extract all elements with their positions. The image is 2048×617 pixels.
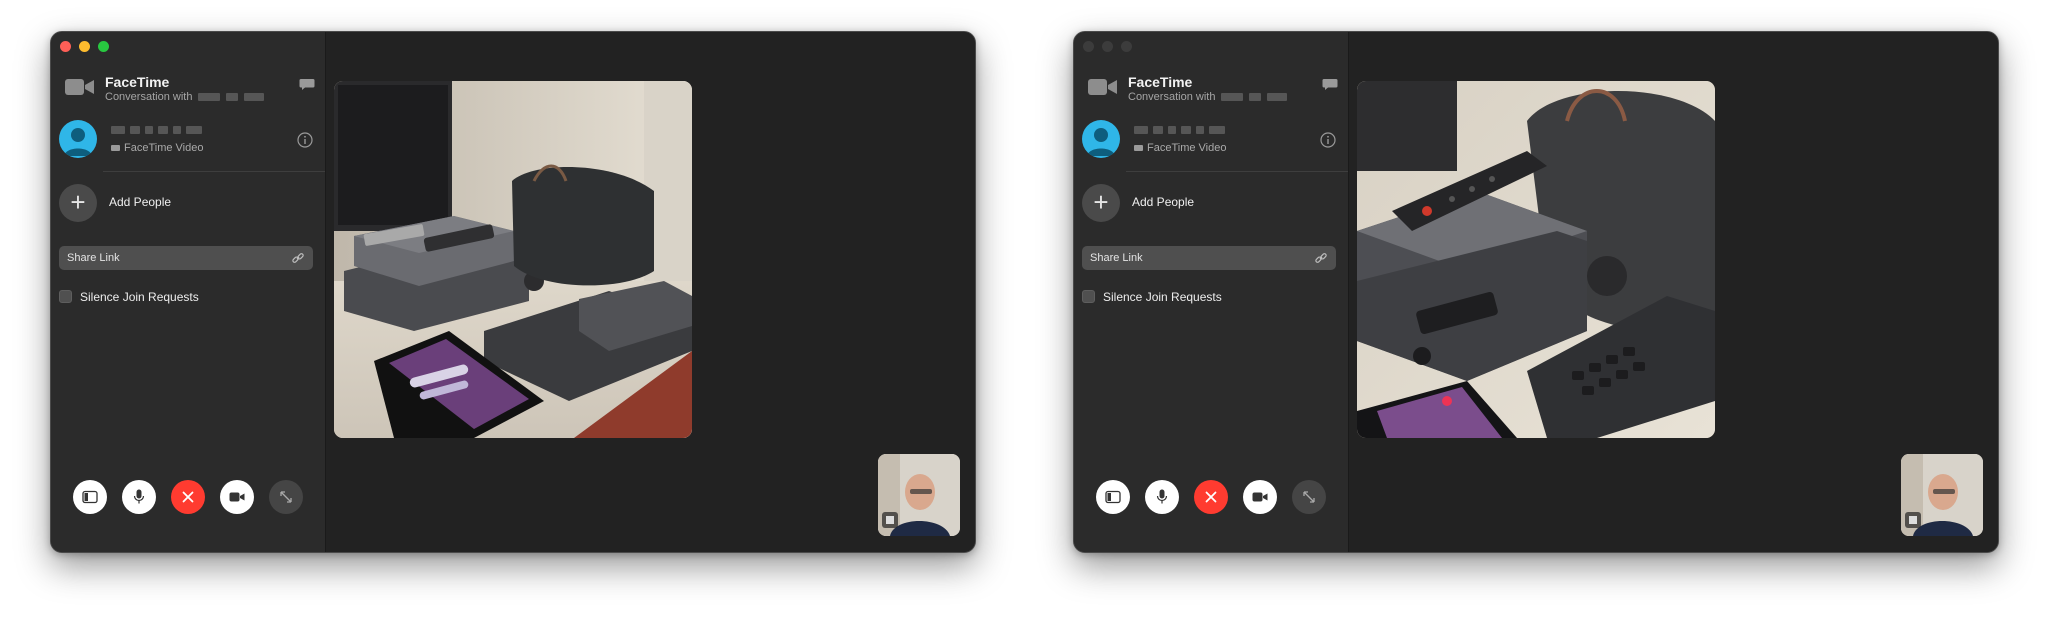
self-view-preview[interactable] <box>1901 454 1983 536</box>
contact-status-label: FaceTime Video <box>124 142 204 154</box>
mute-button[interactable] <box>1145 480 1179 514</box>
end-call-button[interactable] <box>171 480 205 514</box>
redacted-name <box>1267 93 1288 101</box>
divider <box>103 171 325 172</box>
close-button[interactable] <box>1083 41 1094 52</box>
contact-status-label: FaceTime Video <box>1147 142 1227 154</box>
sidebar-icon <box>1105 490 1121 504</box>
mute-button[interactable] <box>122 480 156 514</box>
silence-checkbox[interactable] <box>59 290 72 303</box>
link-icon <box>292 253 304 263</box>
self-view-image <box>1901 454 1983 536</box>
maximize-button[interactable] <box>1121 41 1132 52</box>
participant-row[interactable]: FaceTime Video <box>59 118 317 162</box>
person-silhouette-icon <box>64 128 92 156</box>
camera-button[interactable] <box>220 480 254 514</box>
info-icon[interactable] <box>1320 132 1336 148</box>
end-call-icon <box>182 491 194 503</box>
window-controls <box>60 41 109 52</box>
redacted-name <box>1249 93 1262 101</box>
add-people-button[interactable]: + Add People <box>59 182 317 222</box>
screenshot-canvas: FaceTime Conversation with FaceTime Vide… <box>0 0 2048 617</box>
fullscreen-icon <box>1303 491 1315 503</box>
close-button[interactable] <box>60 41 71 52</box>
camera-button[interactable] <box>1243 480 1277 514</box>
minimize-button[interactable] <box>1102 41 1113 52</box>
call-controls <box>1096 480 1326 514</box>
desk-setup-zoomed-video-image <box>1357 81 1715 438</box>
facetime-camera-icon <box>1088 79 1117 95</box>
silence-join-requests-label: Silence Join Requests <box>80 290 199 304</box>
maximize-button[interactable] <box>98 41 109 52</box>
microphone-icon <box>1156 489 1168 504</box>
camera-icon <box>229 492 245 502</box>
redacted-name <box>1221 93 1244 101</box>
silence-join-requests-label: Silence Join Requests <box>1103 290 1222 304</box>
silence-join-requests-toggle[interactable]: Silence Join Requests <box>59 289 313 307</box>
participant-row[interactable]: FaceTime Video <box>1082 118 1340 162</box>
video-camera-icon <box>1134 145 1143 151</box>
call-controls <box>73 480 303 514</box>
microphone-icon <box>133 489 145 504</box>
desk-setup-video-image <box>334 81 692 438</box>
plus-icon: + <box>1082 184 1120 222</box>
self-view-preview[interactable] <box>878 454 960 536</box>
minimize-button[interactable] <box>79 41 90 52</box>
sidebar-toggle-button[interactable] <box>73 480 107 514</box>
share-link-label: Share Link <box>1090 252 1143 264</box>
contact-status: FaceTime Video <box>111 142 203 154</box>
silence-join-requests-toggle[interactable]: Silence Join Requests <box>1082 289 1336 307</box>
silence-checkbox[interactable] <box>1082 290 1095 303</box>
conversation-label: Conversation with <box>1128 91 1216 103</box>
sidebar-icon <box>82 490 98 504</box>
app-title: FaceTime <box>1128 74 1193 90</box>
remote-video-feed <box>334 81 692 438</box>
redacted-name <box>244 93 265 101</box>
video-area <box>1349 32 1998 552</box>
info-icon[interactable] <box>297 132 313 148</box>
avatar <box>1082 120 1120 158</box>
end-call-button[interactable] <box>1194 480 1228 514</box>
app-header: FaceTime Conversation with <box>1088 74 1338 106</box>
facetime-window: FaceTime Conversation with FaceTime Vide… <box>50 31 976 553</box>
redacted-name <box>226 93 239 101</box>
redacted-name <box>198 93 221 101</box>
redacted-contact-name <box>111 126 202 134</box>
add-people-button[interactable]: + Add People <box>1082 182 1340 222</box>
person-silhouette-icon <box>1087 128 1115 156</box>
conversation-subtitle: Conversation with <box>105 90 265 104</box>
fullscreen-button[interactable] <box>269 480 303 514</box>
app-title: FaceTime <box>105 74 170 90</box>
fullscreen-icon <box>280 491 292 503</box>
end-call-icon <box>1205 491 1217 503</box>
video-camera-icon <box>111 145 120 151</box>
video-area <box>326 32 975 552</box>
share-link-button[interactable]: Share Link <box>1082 246 1336 270</box>
share-link-label: Share Link <box>67 252 120 264</box>
self-view-image <box>878 454 960 536</box>
remote-video-feed <box>1357 81 1715 438</box>
app-header: FaceTime Conversation with <box>65 74 315 106</box>
sidebar: FaceTime Conversation with FaceTime Vide… <box>51 32 326 552</box>
contact-status: FaceTime Video <box>1134 142 1226 154</box>
facetime-camera-icon <box>65 79 94 95</box>
add-people-label: Add People <box>1132 195 1195 209</box>
add-people-label: Add People <box>109 195 172 209</box>
redacted-contact-name <box>1134 126 1225 134</box>
sidebar-toggle-button[interactable] <box>1096 480 1130 514</box>
conversation-label: Conversation with <box>105 91 193 103</box>
message-icon[interactable] <box>299 76 315 92</box>
fullscreen-button[interactable] <box>1292 480 1326 514</box>
plus-icon: + <box>59 184 97 222</box>
message-icon[interactable] <box>1322 76 1338 92</box>
camera-icon <box>1252 492 1268 502</box>
divider <box>1126 171 1348 172</box>
sidebar: FaceTime Conversation with FaceTime Vide… <box>1074 32 1349 552</box>
window-controls <box>1083 41 1132 52</box>
link-icon <box>1315 253 1327 263</box>
conversation-subtitle: Conversation with <box>1128 90 1288 104</box>
facetime-window: FaceTime Conversation with FaceTime Vide… <box>1073 31 1999 553</box>
share-link-button[interactable]: Share Link <box>59 246 313 270</box>
avatar <box>59 120 97 158</box>
